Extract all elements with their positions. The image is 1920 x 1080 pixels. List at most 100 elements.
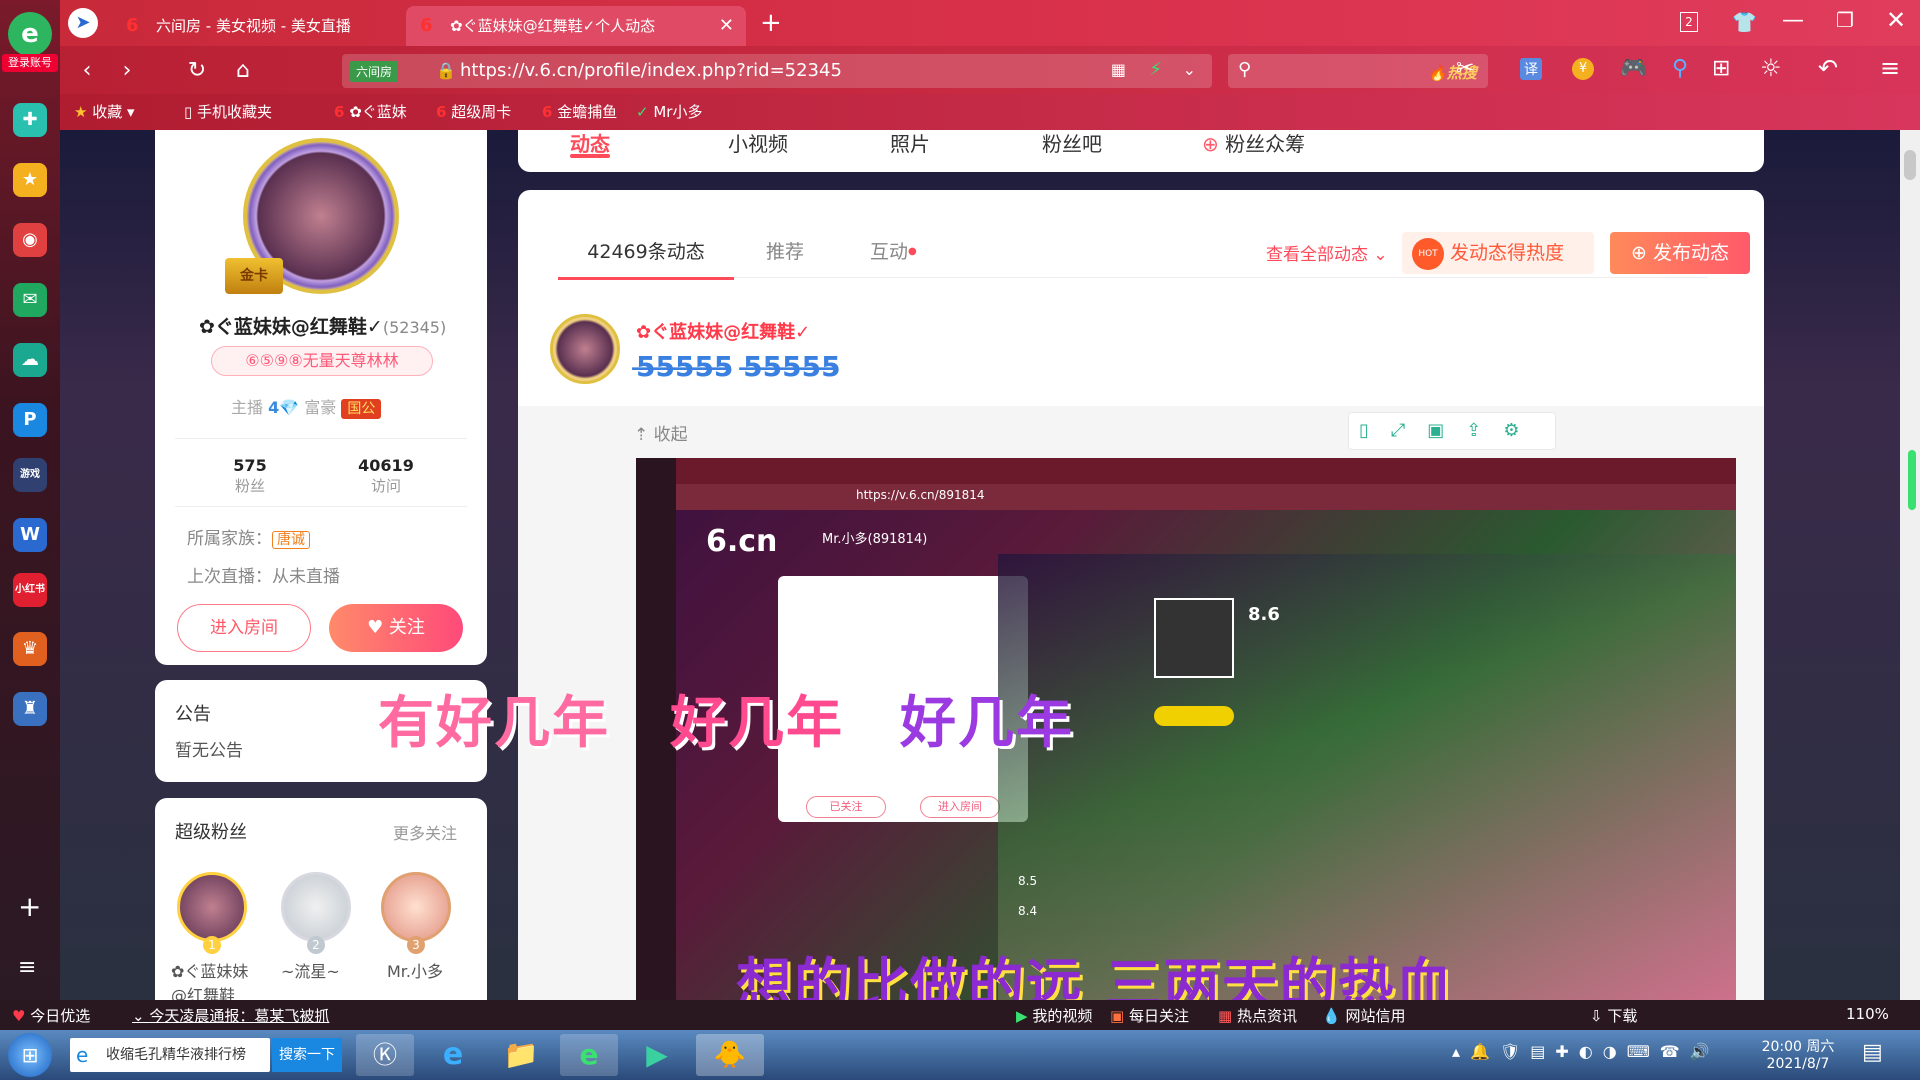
tab-fan-bar[interactable]: 粉丝吧 [1042,130,1102,157]
game2-icon[interactable]: ♛ [13,632,47,666]
address-bar[interactable]: 六间房 🔒 https://v.6.cn/profile/index.php?r… [342,54,1212,88]
grid-icon[interactable]: ⊞ [1712,56,1730,81]
system-tray-icons[interactable]: ▴🔔🛡▤✚◐◑⌨☎🔊 [1452,1042,1720,1061]
minimize-icon[interactable]: — [1782,8,1804,33]
more-follow-link[interactable]: 更多关注 [393,820,457,844]
qr-icon[interactable]: ▦ [1111,60,1126,79]
fan-avatar-1[interactable] [177,872,247,942]
bookmark-super-card[interactable]: 6 超级周卡 [436,94,511,130]
tab-interaction[interactable]: 互动● [870,226,917,278]
bookmark-favorites[interactable]: ★ 收藏 ▾ [74,94,135,130]
game3-icon[interactable]: ♜ [13,692,47,726]
close-tab-icon[interactable]: ✕ [719,6,734,46]
lightning-icon[interactable]: ⚡ [1149,59,1162,80]
fan-name-3[interactable]: Mr.小多 [387,958,443,982]
skin-icon[interactable]: 👕 [1732,10,1757,34]
chevron-down-icon[interactable]: ⌄ [1183,60,1196,79]
site-credit-link[interactable]: 💧 网站信用 [1322,1005,1405,1026]
bookmark-fishing[interactable]: 6 金蟾捕鱼 [542,94,617,130]
undo-icon[interactable]: ↶ [1818,54,1838,82]
compass-icon[interactable]: ➤ [68,8,98,38]
page-scrollbar[interactable] [1900,130,1920,1000]
game-icon[interactable]: 游戏 [13,458,47,492]
fans-stat[interactable]: 575 粉丝 [215,456,285,496]
word-icon[interactable]: W [13,518,47,552]
360-browser-icon[interactable]: e [560,1034,618,1076]
view-all-link[interactable]: 查看全部动态 ⌄ [1266,240,1388,265]
taskbar-search-button[interactable]: 搜索一下 [272,1038,342,1072]
active-tab-indicator [570,154,610,158]
post-author-name[interactable]: ✿ぐ蓝妹妹@红舞鞋✓ [636,318,810,344]
refresh-icon[interactable]: ↻ [182,56,212,86]
announcement-text: 暂无公告 [175,741,243,761]
tab-count-icon[interactable]: 2 [1680,12,1698,32]
close-window-icon[interactable]: ✕ [1886,6,1906,34]
fan-name-2[interactable]: ~流星~ [281,958,340,982]
clock[interactable]: 20:00 周六 2021/8/7 [1758,1036,1838,1072]
video-player-icon[interactable]: ▶ [628,1034,686,1076]
tab-profile[interactable]: 6 ✿ぐ蓝妹妹@红舞鞋✓个人动态 ✕ [406,6,746,46]
tab-liujianfang[interactable]: 6 六间房 - 美女视频 - 美女直播 [112,6,402,46]
fan-avatar-2[interactable] [281,872,351,942]
brightness-icon[interactable]: ☼ [1760,54,1782,82]
start-button-icon[interactable]: ⊞ [8,1033,52,1077]
today-picks[interactable]: ♥ 今日优选 [12,1005,90,1026]
menu-icon[interactable]: ≡ [18,955,36,980]
play-all-button [1154,706,1234,726]
publish-button[interactable]: ⊕ 发布动态 [1610,232,1750,274]
mail-icon[interactable]: ✉ [13,283,47,317]
tab-photos[interactable]: 照片 [890,130,930,157]
restore-icon[interactable]: ❐ [1836,8,1854,32]
coin-icon[interactable]: ¥ [1572,58,1594,80]
heat-button[interactable]: HOT 发动态得热度 [1402,232,1594,274]
p-app-icon[interactable]: P [13,403,47,437]
scissors-icon[interactable]: ✂ [1456,56,1474,81]
my-video-link[interactable]: ▶ 我的视频 [1016,1005,1092,1026]
forward-icon[interactable]: › [112,56,142,86]
gamepad-icon[interactable]: 🎮 [1620,56,1647,81]
weibo-icon[interactable]: ◉ [13,223,47,257]
star-icon[interactable]: ★ [13,163,47,197]
login-button[interactable]: 登录账号 [2,54,58,72]
more-menu-icon[interactable]: ≡ [1880,54,1900,82]
back-icon[interactable]: ‹ [72,56,102,86]
zoom-level[interactable]: 110% [1846,1005,1889,1023]
news-ticker[interactable]: ⌄ 今天凌晨通报：葛某飞被抓 [132,1005,329,1026]
add-icon[interactable]: + [18,890,41,923]
cloud-icon[interactable]: ☁ [13,343,47,377]
new-tab-icon[interactable]: + [760,8,782,38]
tab-all-dynamics[interactable]: 42469条动态 [558,226,734,280]
post-author-avatar[interactable] [550,314,620,384]
search-box[interactable]: ⚲ 🔥热搜 [1228,54,1488,88]
tab-recommend[interactable]: 推荐 [766,226,804,278]
translate-icon[interactable]: 译 [1520,58,1542,80]
follow-button[interactable]: ♥ 关注 [329,604,463,652]
bookmark-mobile[interactable]: ▯ 手机收藏夹 [184,94,272,130]
folder-icon[interactable]: 📁 [492,1034,550,1076]
fan-avatar-3[interactable] [381,872,451,942]
bookmark-lanmeimei[interactable]: 6 ✿ぐ蓝妹 [334,94,407,130]
magnifier-icon[interactable]: ⚲ [1672,56,1688,81]
media-toolbar[interactable]: ▯⤢▣⇪⚙ [1348,412,1556,450]
plus-app-icon[interactable]: ✚ [13,103,47,137]
fan-name-1[interactable]: ✿ぐ蓝妹妹@红舞鞋 [171,958,261,1000]
hot-news-link[interactable]: ▦ 热点资讯 [1218,1005,1297,1026]
scrollbar-thumb[interactable] [1904,150,1916,180]
xiaohongshu-icon[interactable]: 小红书 [13,573,47,607]
tab-short-video[interactable]: 小视频 [728,130,788,157]
bird-app-icon[interactable]: 🐥 [696,1034,764,1076]
bookmark-mr-xiaoduo[interactable]: ✓ Mr小多 [636,94,702,130]
tab-dynamics[interactable]: 动态 [570,130,610,157]
download-link[interactable]: ⇩ 下载 [1590,1005,1637,1026]
notification-icon[interactable]: ▤ [1862,1040,1883,1065]
enter-room-button[interactable]: 进入房间 [177,604,311,652]
ie-icon[interactable]: e [424,1034,482,1076]
browser-logo-icon[interactable]: e [8,12,52,56]
taskbar-search-input[interactable]: e 收缩毛孔精华液排行榜 [70,1038,270,1072]
daily-follow-link[interactable]: ▣ 每日关注 [1110,1005,1189,1026]
collapse-link[interactable]: ⇡ 收起 [634,420,688,445]
tab-crowdfunding[interactable]: ⊕ 粉丝众筹 [1202,130,1305,157]
family-badge[interactable]: 唐诚 [272,531,310,549]
kugou-icon[interactable]: Ⓚ [356,1034,414,1076]
home-icon[interactable]: ⌂ [228,56,258,86]
